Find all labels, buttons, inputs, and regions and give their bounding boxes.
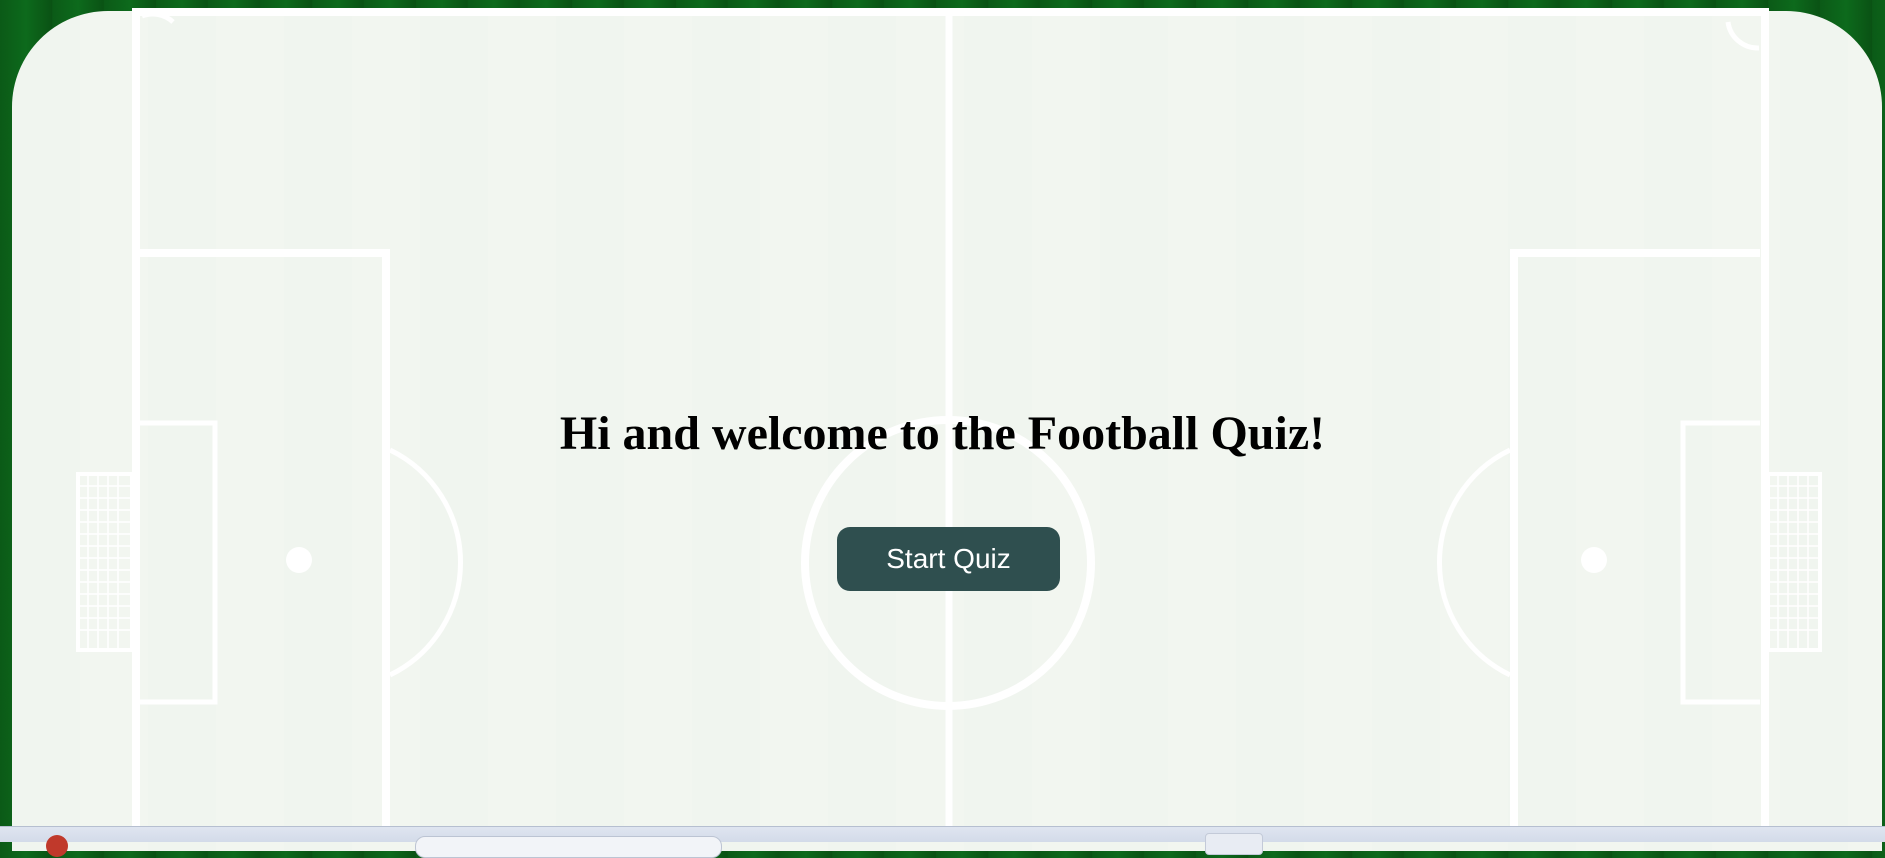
taskbar: [0, 826, 1885, 858]
goal-area-left: [140, 420, 218, 705]
goal-area-right: [1680, 420, 1760, 705]
penalty-spot-left: [286, 547, 312, 573]
quiz-page: Hi and welcome to the Football Quiz! Sta…: [0, 0, 1885, 858]
welcome-heading: Hi and welcome to the Football Quiz!: [559, 407, 1326, 460]
goal-net-right: [1766, 472, 1822, 652]
taskbar-button[interactable]: [1205, 833, 1263, 855]
app-icon[interactable]: [46, 835, 68, 857]
penalty-box-right: [1510, 249, 1760, 830]
penalty-arc-left: [388, 447, 463, 678]
penalty-spot-right: [1581, 547, 1607, 573]
goal-net-left: [76, 472, 134, 652]
penalty-box-left: [140, 249, 390, 830]
start-quiz-button[interactable]: Start Quiz: [837, 527, 1060, 591]
taskbar-search-field[interactable]: [415, 836, 722, 858]
penalty-arc-right: [1437, 447, 1512, 678]
corner-arc-right: [1725, 21, 1760, 51]
